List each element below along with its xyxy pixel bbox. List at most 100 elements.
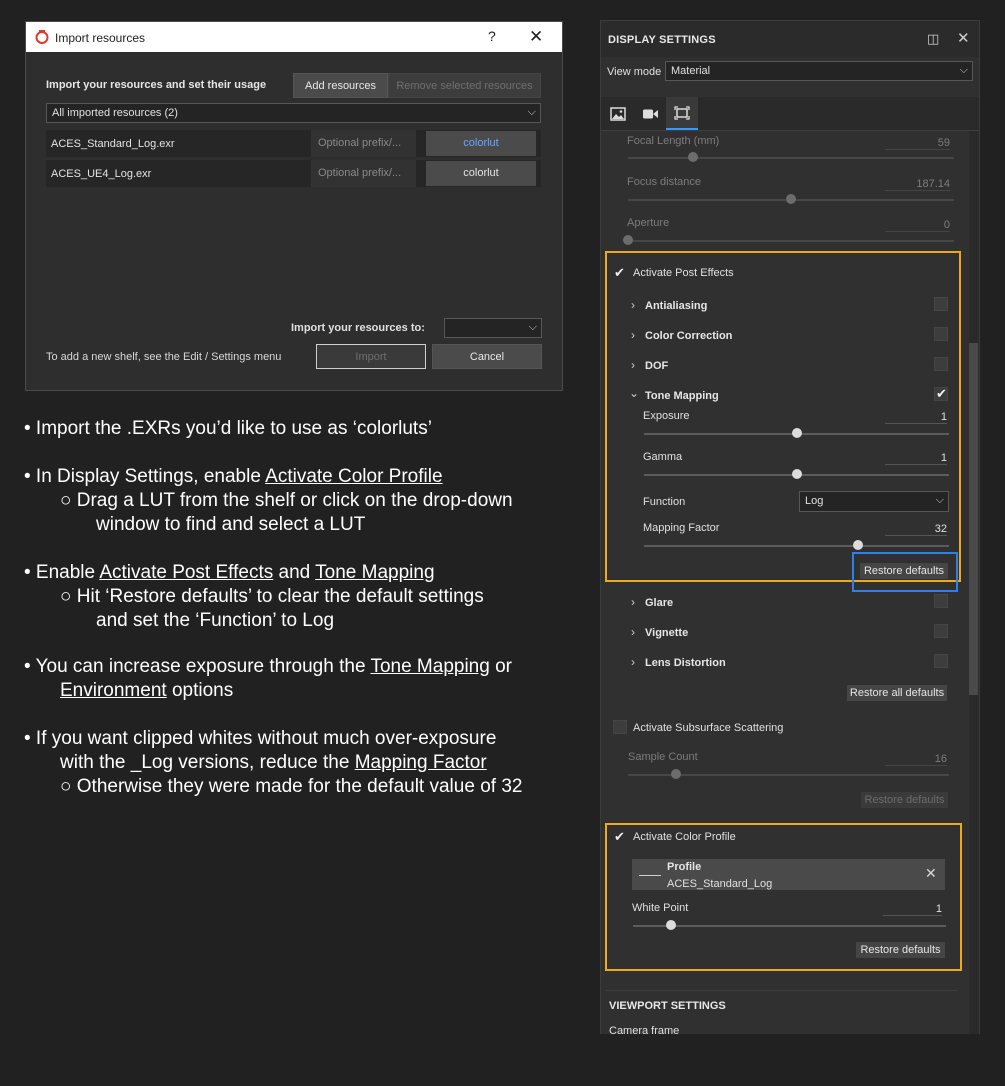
instruction-3-sub-1: ○ Hit ‘Restore defaults’ to clear the de… xyxy=(60,586,484,607)
usage-button[interactable]: colorlut xyxy=(426,161,536,186)
antialiasing-section[interactable]: Antialiasing xyxy=(645,300,707,312)
sample-count-value[interactable]: 16 xyxy=(885,753,947,766)
function-value: Log xyxy=(805,495,824,507)
instruction-5-sub: ○ Otherwise they were made for the defau… xyxy=(60,776,523,797)
color-profile-restore-button[interactable]: Restore defaults xyxy=(856,942,945,958)
glare-checkbox[interactable] xyxy=(934,594,948,608)
slider-knob[interactable] xyxy=(791,469,802,479)
sss-label: Activate Subsurface Scattering xyxy=(633,722,784,734)
import-to-select[interactable]: ⌵ xyxy=(444,318,542,338)
aperture-value[interactable]: 0 xyxy=(885,219,950,232)
prefix-input[interactable]: Optional prefix/... xyxy=(311,130,416,157)
instruction-2: • In Display Settings, enable Activate C… xyxy=(24,466,443,488)
aperture-label: Aperture xyxy=(627,217,670,229)
chevron-down-icon: ⌵ xyxy=(959,64,968,76)
chevron-right-icon[interactable]: › xyxy=(631,298,635,312)
restore-all-defaults-button[interactable]: Restore all defaults xyxy=(847,685,947,701)
instruction-link: Activate Post Effects xyxy=(99,562,274,583)
slider-knob[interactable] xyxy=(665,920,676,930)
lens-distortion-checkbox[interactable] xyxy=(934,654,948,668)
profile-title: Profile xyxy=(667,861,702,873)
gamma-slider[interactable] xyxy=(644,469,949,479)
shelf-hint: To add a new shelf, see the Edit / Setti… xyxy=(46,351,282,363)
focal-length-slider[interactable] xyxy=(628,152,954,162)
remove-selected-button[interactable]: Remove selected resources xyxy=(388,73,541,98)
environment-tab-icon[interactable] xyxy=(602,97,634,130)
function-label: Function xyxy=(643,496,686,508)
exposure-value[interactable]: 1 xyxy=(885,411,947,424)
instruction-text: • Enable xyxy=(24,562,100,583)
profile-slot[interactable]: Profile ACES_Standard_Log ✕ xyxy=(632,859,945,890)
import-button[interactable]: Import xyxy=(316,344,426,369)
sample-count-slider[interactable] xyxy=(628,769,949,779)
resource-row[interactable]: ACES_Standard_Log.exr Optional prefix/..… xyxy=(46,130,541,157)
chevron-down-icon[interactable]: ⌄ xyxy=(629,386,639,400)
sss-checkbox[interactable] xyxy=(613,720,627,734)
slider-knob[interactable] xyxy=(791,428,802,438)
clear-profile-icon[interactable]: ✕ xyxy=(925,865,937,882)
chevron-right-icon[interactable]: › xyxy=(631,595,635,609)
focus-distance-value[interactable]: 187.14 xyxy=(885,178,950,191)
instruction-text: with the _Log versions, reduce the xyxy=(60,752,355,773)
gamma-value[interactable]: 1 xyxy=(885,452,947,465)
section-divider xyxy=(606,990,958,991)
lens-distortion-section[interactable]: Lens Distortion xyxy=(645,657,726,669)
chevron-right-icon[interactable]: › xyxy=(631,358,635,372)
white-point-value[interactable]: 1 xyxy=(883,903,942,916)
mapping-factor-value[interactable]: 32 xyxy=(885,523,947,536)
vignette-checkbox[interactable] xyxy=(934,624,948,638)
profile-value: ACES_Standard_Log xyxy=(667,878,773,890)
instruction-3-sub-2: and set the ‘Function’ to Log xyxy=(96,610,335,631)
help-icon[interactable]: ? xyxy=(488,28,496,44)
color-correction-section[interactable]: Color Correction xyxy=(645,330,732,342)
vignette-section[interactable]: Vignette xyxy=(645,627,688,639)
chevron-right-icon[interactable]: › xyxy=(631,655,635,669)
focal-length-value[interactable]: 59 xyxy=(885,137,950,150)
focal-length-label: Focal Length (mm) xyxy=(627,135,720,147)
camera-tab-icon[interactable] xyxy=(634,97,666,130)
restore-defaults-highlight xyxy=(852,552,958,592)
resource-row[interactable]: ACES_UE4_Log.exr Optional prefix/... col… xyxy=(46,160,541,187)
slider-knob[interactable] xyxy=(623,235,633,245)
cancel-button[interactable]: Cancel xyxy=(432,344,542,369)
import-resources-dialog: Import resources ? ✕ Import your resourc… xyxy=(25,21,563,391)
view-mode-select[interactable]: Material ⌵ xyxy=(665,61,973,81)
close-icon[interactable]: ✕ xyxy=(957,29,970,47)
usage-button[interactable]: colorlut xyxy=(426,131,536,156)
dof-section[interactable]: DOF xyxy=(645,360,668,372)
prefix-input[interactable]: Optional prefix/... xyxy=(311,160,416,187)
focus-distance-slider[interactable] xyxy=(628,194,954,204)
sss-restore-button[interactable]: Restore defaults xyxy=(861,792,948,808)
aperture-slider[interactable] xyxy=(623,235,954,245)
sample-count-label: Sample Count xyxy=(628,751,698,763)
mapping-factor-label: Mapping Factor xyxy=(643,522,720,534)
chevron-right-icon[interactable]: › xyxy=(631,625,635,639)
tone-mapping-section[interactable]: Tone Mapping xyxy=(645,390,719,402)
slider-knob[interactable] xyxy=(852,540,863,550)
tone-mapping-checkbox[interactable]: ✔ xyxy=(934,386,948,401)
resource-filter-select[interactable]: All imported resources (2) ⌵ xyxy=(46,103,541,123)
mapping-factor-slider[interactable] xyxy=(644,540,949,550)
color-correction-checkbox[interactable] xyxy=(934,327,948,341)
display-tab-icon[interactable] xyxy=(666,97,698,130)
add-resources-button[interactable]: Add resources xyxy=(293,73,388,98)
panel-bottom-mask xyxy=(600,1034,980,1086)
color-profile-checkbox[interactable]: ✔ xyxy=(614,829,625,845)
instruction-text: • You can increase exposure through the xyxy=(24,656,371,677)
function-select[interactable]: Log ⌵ xyxy=(799,491,949,512)
chevron-right-icon[interactable]: › xyxy=(631,328,635,342)
resource-name: ACES_UE4_Log.exr xyxy=(51,168,152,180)
layout-icon[interactable]: ◫ xyxy=(927,31,939,47)
dof-checkbox[interactable] xyxy=(934,357,948,371)
instruction-text: • In Display Settings, enable xyxy=(24,466,266,487)
instruction-2-sub-2: window to find and select a LUT xyxy=(96,514,366,535)
gamma-label: Gamma xyxy=(643,451,683,463)
slider-knob[interactable] xyxy=(786,194,796,204)
antialiasing-checkbox[interactable] xyxy=(934,297,948,311)
white-point-slider[interactable] xyxy=(633,920,946,930)
post-effects-checkbox[interactable]: ✔ xyxy=(614,265,625,281)
scrollbar-thumb[interactable] xyxy=(969,343,978,695)
glare-section[interactable]: Glare xyxy=(645,597,673,609)
exposure-slider[interactable] xyxy=(644,428,949,438)
close-icon[interactable]: ✕ xyxy=(529,27,543,47)
